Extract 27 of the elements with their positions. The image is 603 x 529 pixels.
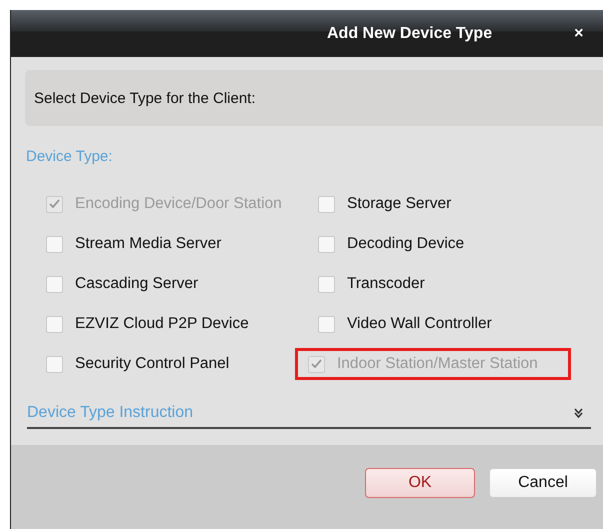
- checkbox[interactable]: [318, 316, 335, 332]
- checkbox[interactable]: [46, 316, 63, 332]
- window-title: Add New Device Type: [327, 24, 492, 42]
- checkbox[interactable]: [46, 356, 63, 372]
- check-icon: [49, 199, 60, 209]
- checkbox[interactable]: [318, 236, 335, 252]
- checkbox-label: Decoding Device: [347, 235, 464, 253]
- ok-button[interactable]: OK: [365, 468, 475, 498]
- cancel-button[interactable]: Cancel: [489, 468, 597, 498]
- checkbox-label: Cascading Server: [75, 275, 198, 293]
- checkbox-label: Indoor Station/Master Station: [337, 355, 538, 373]
- close-button[interactable]: ×: [572, 24, 586, 42]
- header-text: Select Device Type for the Client:: [34, 90, 256, 106]
- checkbox-label: Storage Server: [347, 195, 452, 213]
- checkbox[interactable]: [318, 276, 335, 292]
- checkbox-label: Encoding Device/Door Station: [75, 195, 282, 213]
- checkbox[interactable]: [46, 236, 63, 252]
- checkbox-label: EZVIZ Cloud P2P Device: [75, 315, 249, 333]
- check-icon: [311, 359, 322, 369]
- checkbox-label: Security Control Panel: [75, 355, 230, 373]
- checkbox-label: Video Wall Controller: [347, 315, 492, 333]
- expand-chevron-icon[interactable]: [574, 408, 583, 418]
- checkbox[interactable]: [46, 276, 63, 292]
- checkbox-label: Transcoder: [347, 275, 425, 293]
- checkbox[interactable]: [318, 196, 335, 212]
- section-label: Device Type:: [26, 148, 112, 165]
- checkbox-label: Stream Media Server: [75, 235, 222, 253]
